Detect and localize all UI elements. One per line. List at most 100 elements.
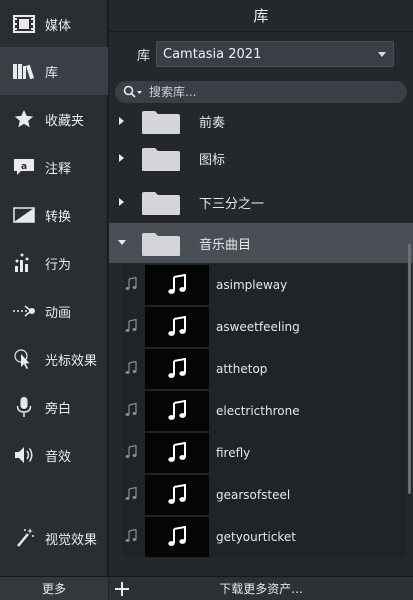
folder-icon <box>141 146 181 176</box>
music-note-icon <box>168 442 186 462</box>
behavior-icon <box>12 251 36 275</box>
music-note-icon <box>125 318 137 333</box>
music-note-icon <box>125 444 137 459</box>
music-thumbnail <box>145 265 209 305</box>
list-item[interactable]: getyourticket <box>123 516 406 558</box>
sidebar-item-voice-narration[interactable]: 旁白 <box>0 383 108 431</box>
sidebar-item-cursor-effects[interactable]: 光标效果 <box>0 335 108 383</box>
search-input[interactable] <box>149 85 389 99</box>
music-note-icon <box>125 402 137 417</box>
sidebar-item-visual-effects[interactable]: 视觉效果 <box>0 514 108 562</box>
folder-icon <box>141 231 181 261</box>
sidebar-item-behaviors[interactable]: 行为 <box>0 239 108 287</box>
list-item[interactable]: gearsofsteel <box>123 474 406 516</box>
microphone-icon <box>12 395 36 419</box>
chevron-right-icon[interactable] <box>117 116 127 126</box>
library-dropdown-value: Camtasia 2021 <box>163 46 262 62</box>
music-thumbnail <box>145 433 209 473</box>
library-panel: 库 库 Camtasia 2021 前奏 图标 下三分之一 <box>109 0 413 600</box>
music-thumbnail <box>145 391 209 431</box>
music-note-icon <box>168 274 186 294</box>
sidebar: 媒体 库 收藏夹 a 注释 转换 行为 动画 光标效果 旁白 音效 视觉效果 更… <box>0 0 108 600</box>
annotation-icon: a <box>12 155 36 179</box>
animation-icon <box>12 299 36 323</box>
list-item[interactable]: electricthrone <box>123 390 406 432</box>
plus-icon <box>115 581 129 596</box>
music-note-icon <box>168 316 186 336</box>
track-name: gearsofsteel <box>216 488 291 502</box>
folder-name: 音乐曲目 <box>199 237 252 253</box>
music-thumbnail <box>145 475 209 515</box>
list-item[interactable]: firefly <box>123 432 406 474</box>
track-name: asimpleway <box>216 278 288 292</box>
track-name: getyourticket <box>216 530 296 544</box>
sidebar-item-annotations[interactable]: a 注释 <box>0 143 108 191</box>
scrollbar[interactable] <box>408 244 411 494</box>
transition-icon <box>12 203 36 227</box>
library-icon <box>12 59 36 83</box>
track-name: firefly <box>216 446 251 460</box>
add-button[interactable] <box>109 577 135 600</box>
chevron-down-icon[interactable] <box>117 238 127 248</box>
list-item[interactable]: atthetop <box>123 348 406 390</box>
chevron-right-icon[interactable] <box>117 197 127 207</box>
page-title: 库 <box>109 0 413 32</box>
music-note-icon <box>168 358 186 378</box>
sidebar-item-favorites[interactable]: 收藏夹 <box>0 95 108 143</box>
folder-name: 图标 <box>199 152 226 168</box>
folder-row[interactable]: 图标 <box>109 138 413 178</box>
sidebar-item-label: 行为 <box>45 257 72 273</box>
music-note-icon <box>168 526 186 546</box>
bottom-bar: 下载更多资产... <box>109 576 413 600</box>
magic-wand-icon <box>12 526 36 550</box>
search-box[interactable] <box>115 81 407 103</box>
sidebar-item-label: 收藏夹 <box>45 113 85 129</box>
library-dropdown[interactable]: Camtasia 2021 <box>156 41 395 67</box>
sidebar-item-label: 注释 <box>45 161 72 177</box>
folder-name: 下三分之一 <box>199 196 265 212</box>
sidebar-item-label: 旁白 <box>45 401 72 417</box>
chevron-right-icon[interactable] <box>117 153 127 163</box>
sidebar-item-label: 库 <box>45 65 59 81</box>
sidebar-item-transitions[interactable]: 转换 <box>0 191 108 239</box>
sidebar-item-label: 音效 <box>45 449 72 465</box>
music-note-icon <box>125 276 137 291</box>
cursor-icon <box>12 347 36 371</box>
music-note-icon <box>168 400 186 420</box>
library-label: 库 <box>137 48 151 64</box>
track-name: asweetfeeling <box>216 320 300 334</box>
music-note-icon <box>125 360 137 375</box>
folder-name: 前奏 <box>199 115 226 131</box>
sidebar-item-label: 视觉效果 <box>45 532 98 548</box>
folder-row[interactable]: 下三分之一 <box>109 182 413 222</box>
speaker-icon <box>12 443 36 467</box>
sidebar-item-label: 转换 <box>45 209 72 225</box>
folder-row-expanded[interactable]: 音乐曲目 <box>109 223 413 263</box>
music-note-icon <box>168 484 186 504</box>
download-more-assets-link[interactable]: 下载更多资产... <box>135 580 413 597</box>
sidebar-item-audio-effects[interactable]: 音效 <box>0 431 108 479</box>
track-name: electricthrone <box>216 404 300 418</box>
sidebar-item-label: 光标效果 <box>45 353 98 369</box>
sidebar-item-label: 媒体 <box>45 18 72 34</box>
film-icon <box>12 12 36 36</box>
chevron-down-icon <box>378 52 387 57</box>
folder-row[interactable]: 前奏 <box>109 104 413 141</box>
more-button[interactable]: 更多 <box>0 576 108 600</box>
star-icon <box>12 107 36 131</box>
sidebar-item-label: 动画 <box>45 305 72 321</box>
list-item[interactable]: asimpleway <box>123 264 406 306</box>
list-item[interactable]: asweetfeeling <box>123 306 406 348</box>
music-thumbnail <box>145 517 209 557</box>
music-note-icon <box>125 528 137 543</box>
library-tree: 前奏 图标 下三分之一 音乐曲目 asimpleway asweetfeelin <box>109 104 413 561</box>
music-note-icon <box>125 486 137 501</box>
folder-icon <box>141 109 181 139</box>
folder-icon <box>141 190 181 220</box>
sidebar-item-media[interactable]: 媒体 <box>0 0 108 48</box>
library-selector-row: 库 Camtasia 2021 <box>109 38 413 70</box>
search-icon <box>123 84 143 100</box>
sidebar-item-library[interactable]: 库 <box>0 47 108 95</box>
sidebar-item-animations[interactable]: 动画 <box>0 287 108 335</box>
track-name: atthetop <box>216 362 268 376</box>
